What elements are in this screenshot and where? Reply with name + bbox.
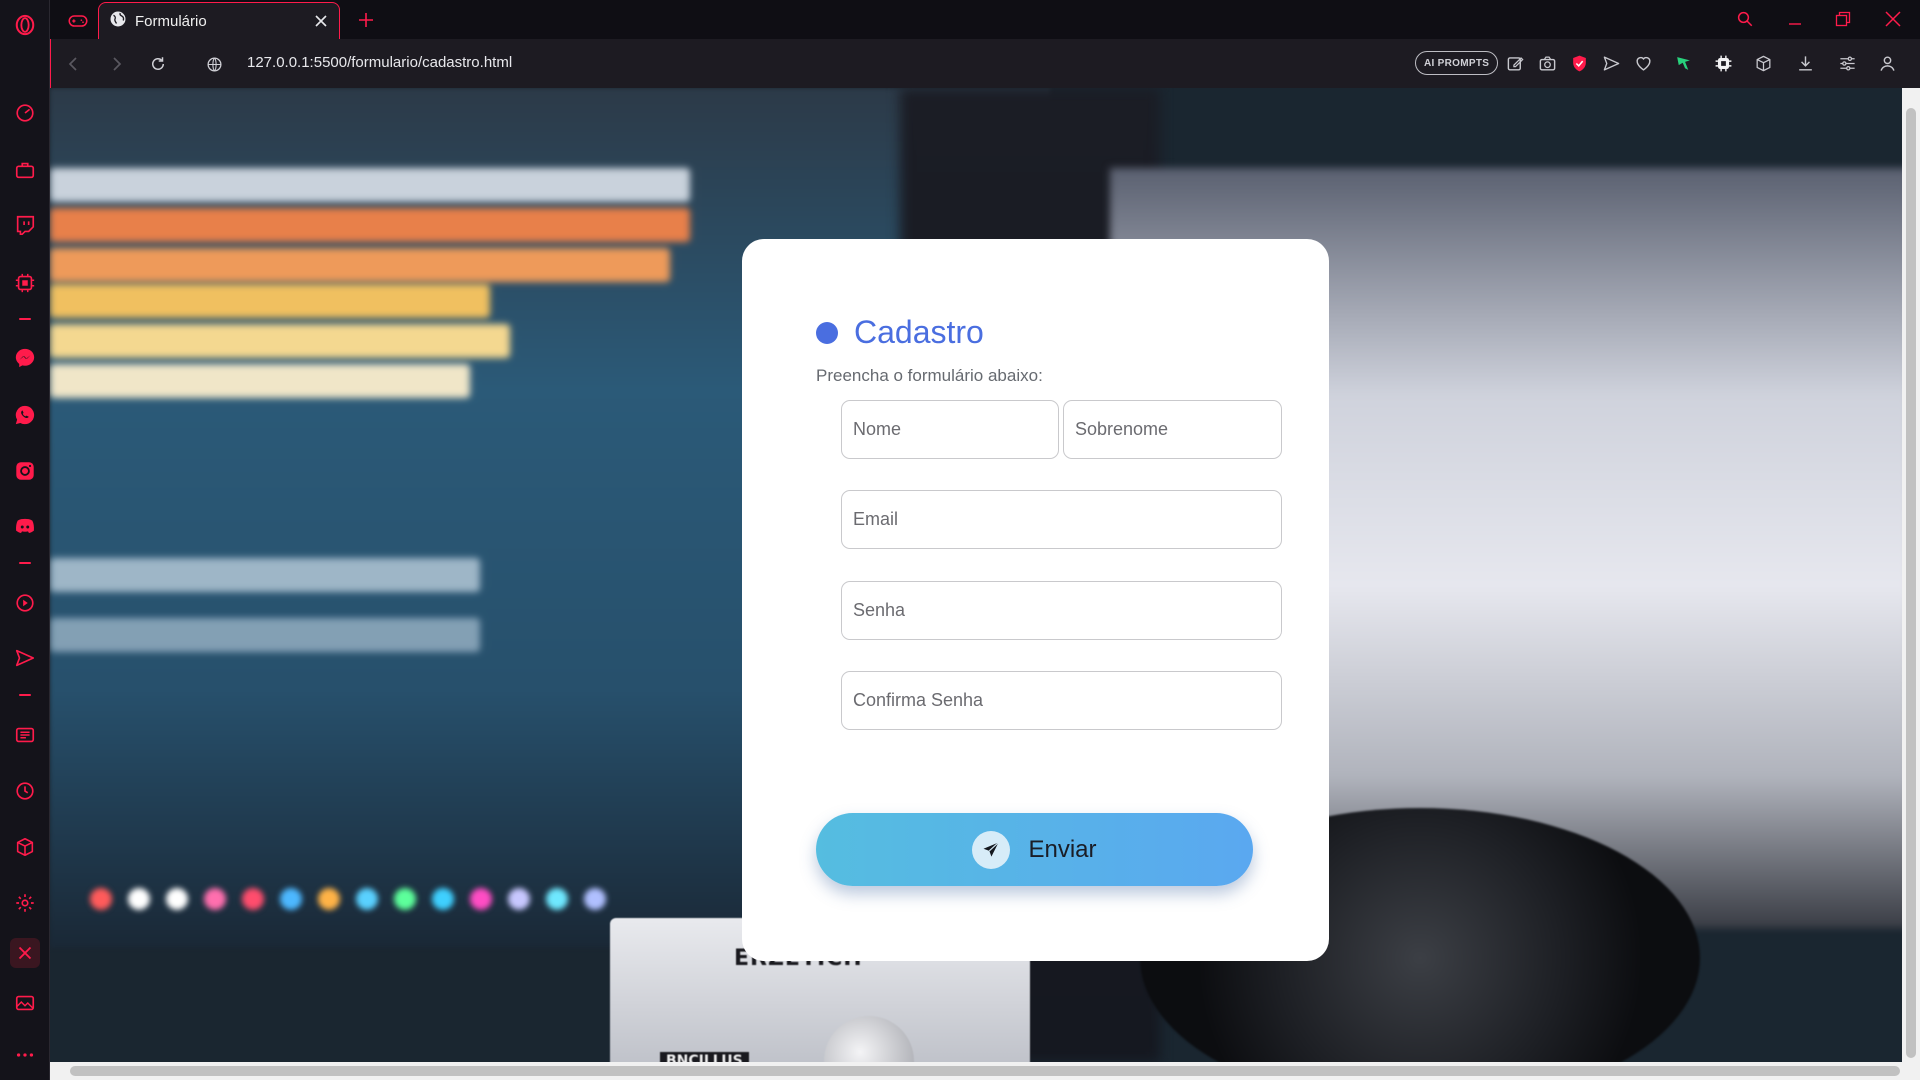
vertical-scrollbar[interactable]: [1902, 88, 1920, 1062]
address-bar: 127.0.0.1:5500/formulario/cadastro.html …: [50, 39, 1920, 88]
interface-knob: [824, 1016, 914, 1062]
twitch-icon[interactable]: [12, 212, 38, 238]
vertical-scroll-thumb[interactable]: [1906, 108, 1916, 1058]
globe-icon: [109, 10, 127, 33]
nome-input[interactable]: [853, 401, 1058, 458]
close-tab-icon[interactable]: [309, 9, 333, 33]
more-icon[interactable]: [12, 1042, 38, 1068]
enviar-label: Enviar: [1028, 835, 1097, 863]
edit-icon[interactable]: [1503, 51, 1527, 75]
site-info-icon[interactable]: [201, 51, 227, 77]
sobrenome-input[interactable]: [1075, 401, 1281, 458]
gallery-icon[interactable]: [12, 990, 38, 1016]
confirma-senha-field[interactable]: [841, 671, 1282, 730]
extension-green-icon[interactable]: [1671, 51, 1695, 75]
discord-icon[interactable]: [12, 514, 38, 540]
tab-formulario[interactable]: Formulário: [98, 2, 340, 39]
speed-dial-icon[interactable]: [12, 100, 38, 126]
form-header: Cadastro: [816, 314, 984, 351]
tab-title: Formulário: [135, 12, 207, 30]
paper-plane-icon: [972, 830, 1011, 869]
new-tab-plus-icon[interactable]: [352, 6, 380, 34]
interface-model-text: BNCILLUS: [660, 1052, 749, 1062]
whatsapp-icon[interactable]: [12, 402, 38, 428]
forward-icon[interactable]: [103, 51, 129, 77]
crossed-icon[interactable]: [10, 938, 40, 968]
extension-chip-icon[interactable]: [1711, 51, 1735, 75]
extensions-cube-icon[interactable]: [1751, 51, 1775, 75]
signup-form-card: Cadastro Preencha o formulário abaixo: E…: [742, 239, 1329, 961]
url-field[interactable]: 127.0.0.1:5500/formulario/cadastro.html: [247, 54, 512, 71]
flow-send-icon[interactable]: [1599, 51, 1623, 75]
form-subtitle: Preencha o formulário abaixo:: [816, 366, 1043, 385]
nome-field[interactable]: [841, 400, 1059, 459]
profile-icon[interactable]: [1875, 51, 1899, 75]
form-title: Cadastro: [854, 314, 984, 350]
senha-input[interactable]: [853, 582, 1281, 639]
chip-icon[interactable]: [12, 270, 38, 296]
history-icon[interactable]: [12, 778, 38, 804]
sidebar-separator: [19, 694, 31, 696]
browser-sidebar: [0, 0, 50, 1080]
download-icon[interactable]: [1793, 51, 1817, 75]
player-icon[interactable]: [12, 590, 38, 616]
minimize-icon[interactable]: [1778, 4, 1812, 34]
search-tabs-icon[interactable]: [1728, 4, 1762, 34]
tab-bar: Formulário: [50, 0, 1920, 39]
settings-icon[interactable]: [12, 890, 38, 916]
instagram-icon[interactable]: [12, 458, 38, 484]
horizontal-scroll-thumb[interactable]: [70, 1066, 1900, 1076]
reload-icon[interactable]: [145, 51, 171, 77]
sidebar-separator: [19, 562, 31, 564]
sidebar-separator: [19, 318, 31, 320]
ai-prompts-button[interactable]: AI PROMPTS: [1415, 51, 1499, 75]
close-window-icon[interactable]: [1876, 4, 1910, 34]
box-icon[interactable]: [12, 834, 38, 860]
restore-icon[interactable]: [1826, 4, 1860, 34]
opera-logo-icon[interactable]: [12, 12, 38, 38]
messenger-icon[interactable]: [12, 345, 38, 371]
sobrenome-field[interactable]: [1063, 400, 1282, 459]
briefcase-icon[interactable]: [12, 157, 38, 183]
background-led-row: [90, 888, 650, 918]
horizontal-scrollbar[interactable]: [50, 1062, 1920, 1080]
send-icon[interactable]: [12, 645, 38, 671]
senha-field[interactable]: [841, 581, 1282, 640]
news-icon[interactable]: [12, 722, 38, 748]
email-field[interactable]: [841, 490, 1282, 549]
camera-icon[interactable]: [1535, 51, 1559, 75]
confirma-senha-input[interactable]: [853, 672, 1281, 729]
back-icon[interactable]: [61, 51, 87, 77]
heart-icon[interactable]: [1631, 51, 1655, 75]
easy-setup-icon[interactable]: [1835, 51, 1859, 75]
title-dot-icon: [816, 321, 838, 344]
gaming-tab-icon[interactable]: [58, 2, 98, 39]
adblock-shield-icon[interactable]: [1567, 51, 1591, 75]
email-input[interactable]: [853, 491, 1281, 548]
page-viewport: ERZETICH BNCILLUS Cadastro Preencha o fo…: [50, 88, 1902, 1062]
enviar-button[interactable]: Enviar: [816, 813, 1253, 886]
